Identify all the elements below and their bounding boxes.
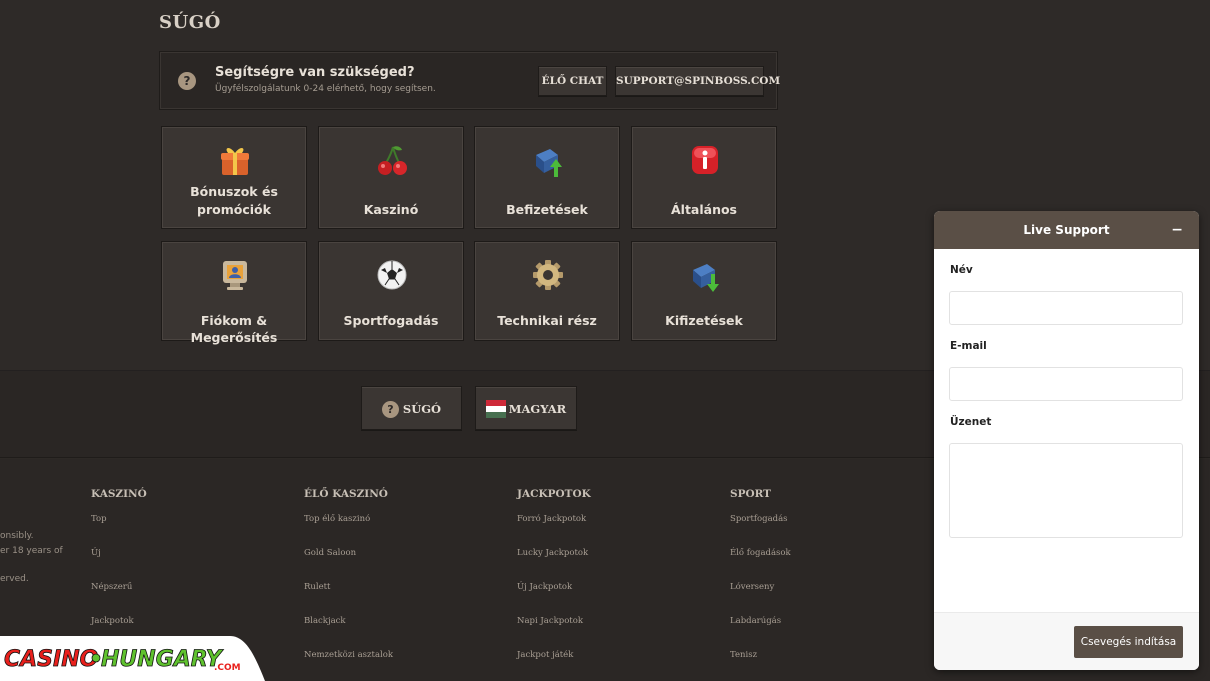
- start-chat-button[interactable]: Csevegés indítása: [1074, 626, 1183, 658]
- gift-icon: [221, 148, 249, 175]
- hungary-flag-icon: [485, 400, 506, 418]
- footer-link[interactable]: Jackpot játék: [517, 650, 573, 660]
- category-bonuses-label-line2: promóciók: [197, 202, 271, 217]
- category-general-label: Általános: [670, 202, 737, 217]
- footer-link[interactable]: Új: [91, 548, 101, 558]
- category-casino-label: Kaszinó: [363, 202, 419, 217]
- minimize-icon[interactable]: −: [1171, 211, 1183, 249]
- footer-legal-line2: er 18 years of: [0, 546, 63, 556]
- email-input[interactable]: [949, 367, 1183, 401]
- footer-link[interactable]: Új Jackpotok: [517, 582, 572, 592]
- message-textarea[interactable]: [949, 443, 1183, 538]
- message-label: Üzenet: [950, 416, 992, 428]
- category-technical[interactable]: Technikai rész: [474, 241, 620, 341]
- help-title: Segítségre van szükséged?: [215, 65, 415, 80]
- footer-link[interactable]: Sportfogadás: [730, 514, 788, 524]
- withdraw-icon: [693, 264, 719, 292]
- footer-heading-casino: KASZINÓ: [91, 488, 147, 500]
- account-icon: [223, 261, 247, 290]
- logo-text-right: HUNGARY: [101, 647, 224, 672]
- category-sports[interactable]: Sportfogadás: [318, 241, 464, 341]
- footer-heading-jackpots: JACKPOTOK: [517, 488, 591, 500]
- name-label: Név: [950, 264, 973, 276]
- logo-suffix: .COM: [214, 663, 241, 673]
- footer-legal-line3: erved.: [0, 574, 29, 584]
- chat-footer: Csevegés indítása: [934, 612, 1199, 670]
- name-input[interactable]: [949, 291, 1183, 325]
- footer-link[interactable]: Napi Jackpotok: [517, 616, 583, 626]
- casino-hungary-logo-graphic: CASINO HUNGARY .COM: [0, 636, 265, 681]
- footer-link[interactable]: Top: [91, 514, 107, 524]
- category-casino[interactable]: Kaszinó: [318, 126, 464, 229]
- help-nav-button[interactable]: ? SÚGÓ: [361, 386, 462, 430]
- footer-link[interactable]: Nemzetközi asztalok: [304, 650, 393, 660]
- gear-icon: [533, 260, 563, 290]
- language-label: MAGYAR: [508, 402, 567, 416]
- category-bonuses[interactable]: Bónuszok és promóciók: [161, 126, 307, 229]
- category-general[interactable]: Általános: [631, 126, 777, 229]
- question-icon: ?: [381, 400, 399, 418]
- help-subtitle: Ügyfélszolgálatunk 0-24 elérhető, hogy s…: [215, 84, 436, 94]
- info-icon: [692, 146, 718, 174]
- chat-title: Live Support: [1023, 223, 1110, 237]
- footer-link[interactable]: Tenisz: [730, 650, 757, 660]
- footer-link[interactable]: Forró Jackpotok: [517, 514, 586, 524]
- footer-heading-live-casino: ÉLŐ KASZINÓ: [304, 488, 388, 500]
- cherry-icon: [378, 146, 407, 175]
- category-withdrawals-label: Kifizetések: [665, 313, 743, 328]
- question-icon: ?: [178, 72, 196, 90]
- logo-dot-icon: [91, 653, 101, 663]
- category-account[interactable]: Fiókom & Megerősítés: [161, 241, 307, 345]
- footer-link[interactable]: Jackpotok: [91, 616, 134, 626]
- live-chat-button[interactable]: ÉLŐ CHAT: [538, 66, 607, 96]
- category-deposits-label: Befizetések: [506, 202, 588, 217]
- footer-link[interactable]: Népszerű: [91, 582, 132, 592]
- footer-link[interactable]: Rulett: [304, 582, 330, 592]
- footer-link[interactable]: Labdarúgás: [730, 616, 781, 626]
- category-account-label: Fiókom & Megerősítés: [190, 313, 278, 345]
- football-icon: [377, 260, 407, 290]
- footer-link[interactable]: Élő fogadások: [730, 548, 791, 558]
- footer-link[interactable]: Lóverseny: [730, 582, 774, 592]
- help-contact-box: ? Segítségre van szükséged? Ügyfélszolgá…: [159, 51, 780, 110]
- support-email-button[interactable]: SUPPORT@SPINBOSS.COM: [615, 66, 780, 96]
- live-support-widget: Live Support − Név E-mail Üzenet Csevegé…: [934, 211, 1199, 670]
- footer-link[interactable]: Top élő kaszinó: [304, 514, 370, 524]
- category-sports-label: Sportfogadás: [343, 313, 439, 328]
- logo-text-left: CASINO: [4, 647, 98, 672]
- footer-link[interactable]: Gold Saloon: [304, 548, 356, 558]
- help-nav-label: SÚGÓ: [402, 402, 442, 416]
- language-button[interactable]: MAGYAR: [475, 386, 577, 430]
- footer-heading-sport: SPORT: [730, 488, 771, 500]
- category-technical-label: Technikai rész: [497, 313, 597, 328]
- casino-hungary-logo: CASINO HUNGARY .COM: [0, 636, 265, 681]
- category-deposits[interactable]: Befizetések: [474, 126, 620, 229]
- category-bonuses-label-line1: Bónuszok és: [190, 184, 278, 199]
- category-withdrawals[interactable]: Kifizetések: [631, 241, 777, 341]
- page-title: SÚGÓ: [159, 12, 221, 33]
- chat-header: Live Support −: [934, 211, 1199, 249]
- footer-legal-line1: onsibly.: [0, 531, 34, 541]
- email-label: E-mail: [950, 340, 987, 352]
- footer-link[interactable]: Lucky Jackpotok: [517, 548, 588, 558]
- deposit-icon: [536, 149, 562, 177]
- footer-link[interactable]: Blackjack: [304, 616, 346, 626]
